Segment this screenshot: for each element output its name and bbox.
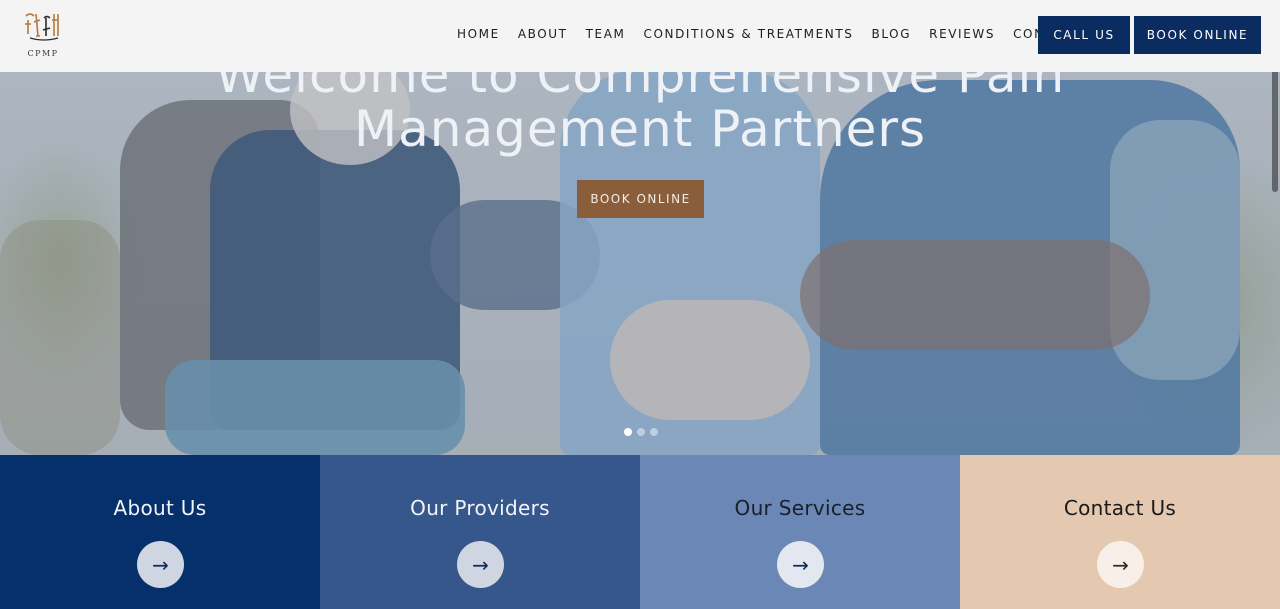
arrow-right-icon[interactable]: → [137,541,184,588]
quick-links: About Us → Our Providers → Our Services … [0,455,1280,609]
site-header: CPMP HOME ABOUT TEAM CONDITIONS & TREATM… [0,0,1280,72]
tile-our-services[interactable]: Our Services → [640,455,960,609]
tile-label: Our Services [734,496,866,520]
nav-home[interactable]: HOME [457,27,500,41]
logo-wordmark: CPMP [27,49,59,58]
logo-figures-icon [25,13,59,41]
tile-label: Our Providers [410,496,550,520]
hero-book-online-button[interactable]: BOOK ONLINE [577,180,704,218]
tile-label: About Us [113,496,207,520]
nav-blog[interactable]: BLOG [871,27,911,41]
arrow-right-icon[interactable]: → [457,541,504,588]
hero-title-line-2: Management Partners [353,100,927,158]
slider-dot-3[interactable] [650,428,658,436]
tile-label: Contact Us [1063,496,1177,520]
tile-about-us[interactable]: About Us → [0,455,320,609]
arrow-right-icon[interactable]: → [777,541,824,588]
slider-dot-1[interactable] [624,428,632,436]
nav-conditions-treatments[interactable]: CONDITIONS & TREATMENTS [643,27,853,41]
page-scrollbar[interactable] [1272,60,1278,192]
call-us-button[interactable]: CALL US [1038,16,1130,54]
tile-our-providers[interactable]: Our Providers → [320,455,640,609]
nav-team[interactable]: TEAM [586,27,626,41]
nav-about[interactable]: ABOUT [518,27,568,41]
slider-dots [624,428,658,436]
tile-contact-us[interactable]: Contact Us → [960,455,1280,609]
slider-dot-2[interactable] [637,428,645,436]
book-online-button[interactable]: BOOK ONLINE [1134,16,1261,54]
nav-reviews[interactable]: REVIEWS [929,27,995,41]
main-nav: HOME ABOUT TEAM CONDITIONS & TREATMENTS … [448,27,1090,41]
arrow-right-icon[interactable]: → [1097,541,1144,588]
cpmp-logo[interactable]: CPMP [20,10,66,60]
